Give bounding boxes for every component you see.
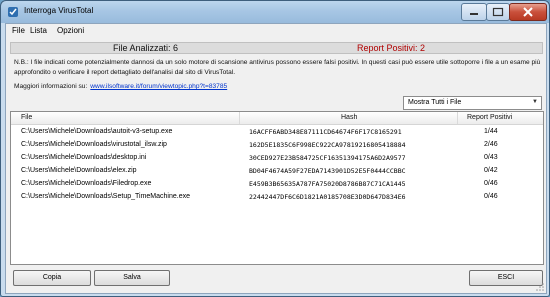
file-hash: 162D5E1835C6F998EC922CA97819216805418884 — [249, 141, 406, 149]
exit-button[interactable]: ESCI — [469, 270, 543, 286]
table-row[interactable]: C:\Users\Michele\Downloads\autoit-v3-set… — [11, 126, 543, 138]
column-header-hash[interactable]: Hash — [341, 114, 357, 121]
file-hash: 22442447DF6C6D1821A0185708E3D0D647D834E6 — [249, 193, 406, 201]
minimize-icon — [470, 13, 478, 15]
column-divider[interactable] — [457, 112, 458, 124]
column-header-file[interactable]: File — [21, 114, 32, 121]
save-button[interactable]: Salva — [94, 270, 170, 286]
column-divider[interactable] — [239, 112, 240, 124]
table-row[interactable]: C:\Users\Michele\Downloads\Filedrop.exe … — [11, 178, 543, 190]
more-info-label: Maggiori informazioni su: — [14, 83, 88, 90]
minimize-button[interactable] — [461, 3, 487, 21]
false-positive-note: N.B.: I file indicati come potenzialment… — [14, 59, 541, 76]
file-hash: E459B3B65635A787FA75020D8786B87C71CA1445 — [249, 180, 406, 188]
more-info: Maggiori informazioni su: www.ilsoftware.… — [14, 83, 227, 90]
menu-opzioni[interactable]: Opzioni — [57, 26, 84, 35]
filter-selected-value: Mostra Tutti i File — [408, 99, 462, 106]
table-row[interactable]: C:\Users\Michele\Downloads\virustotal_il… — [11, 139, 543, 151]
table-header: File Hash Report Positivi — [11, 112, 543, 125]
positive-reports-count: Report Positivi: 2 — [357, 43, 426, 53]
file-path: C:\Users\Michele\Downloads\elex.zip — [21, 167, 137, 174]
report-ratio: 0/46 — [484, 193, 498, 200]
close-icon — [523, 7, 533, 17]
window-title: Interroga VirusTotal — [24, 6, 94, 15]
file-path: C:\Users\Michele\Downloads\virustotal_il… — [21, 141, 167, 148]
forum-link[interactable]: www.ilsoftware.it/forum/viewtopic.php?t=… — [90, 83, 227, 90]
virustotal-app-icon — [7, 6, 19, 18]
title-bar[interactable]: Interroga VirusTotal — [1, 1, 549, 23]
file-hash: BD04F4674A59F27EDA7143901D52E5F0444CCBBC — [249, 167, 406, 175]
files-analyzed-count: File Analizzati: 6 — [113, 43, 179, 53]
table-row[interactable]: C:\Users\Michele\Downloads\desktop.ini 3… — [11, 152, 543, 164]
file-hash: 30CED927E23B584725CF16351394175A6D2A9577 — [249, 154, 406, 162]
maximize-button[interactable] — [486, 3, 510, 21]
report-ratio: 2/46 — [484, 141, 498, 148]
file-path: C:\Users\Michele\Downloads\desktop.ini — [21, 154, 147, 161]
file-hash: 16ACFF6ABD348E87111CD64674F6F17C8165291 — [249, 128, 402, 136]
copy-button[interactable]: Copia — [13, 270, 91, 286]
menu-lista[interactable]: Lista — [30, 26, 47, 35]
report-ratio: 0/46 — [484, 180, 498, 187]
file-path: C:\Users\Michele\Downloads\Setup_TimeMac… — [21, 193, 190, 200]
column-header-report[interactable]: Report Positivi — [467, 114, 512, 121]
file-path: C:\Users\Michele\Downloads\Filedrop.exe — [21, 180, 152, 187]
client-area: File Lista Opzioni File Analizzati: 6 Re… — [5, 23, 547, 294]
results-table[interactable]: File Hash Report Positivi C:\Users\Miche… — [10, 111, 544, 265]
report-ratio: 0/43 — [484, 154, 498, 161]
maximize-icon — [492, 7, 504, 17]
close-button[interactable] — [509, 3, 547, 21]
resize-grip-icon[interactable] — [536, 283, 544, 291]
file-filter-select[interactable]: Mostra Tutti i File ▼ — [403, 96, 542, 110]
table-row[interactable]: C:\Users\Michele\Downloads\Setup_TimeMac… — [11, 191, 543, 203]
menu-bar: File Lista Opzioni — [6, 24, 546, 37]
menu-file[interactable]: File — [12, 26, 25, 35]
report-ratio: 1/44 — [484, 128, 498, 135]
file-path: C:\Users\Michele\Downloads\autoit-v3-set… — [21, 128, 173, 135]
report-ratio: 0/42 — [484, 167, 498, 174]
table-row[interactable]: C:\Users\Michele\Downloads\elex.zip BD04… — [11, 165, 543, 177]
chevron-down-icon: ▼ — [532, 99, 538, 105]
app-window: Interroga VirusTotal File Lista Opzioni … — [0, 0, 550, 297]
summary-bar: File Analizzati: 6 Report Positivi: 2 — [10, 42, 543, 54]
